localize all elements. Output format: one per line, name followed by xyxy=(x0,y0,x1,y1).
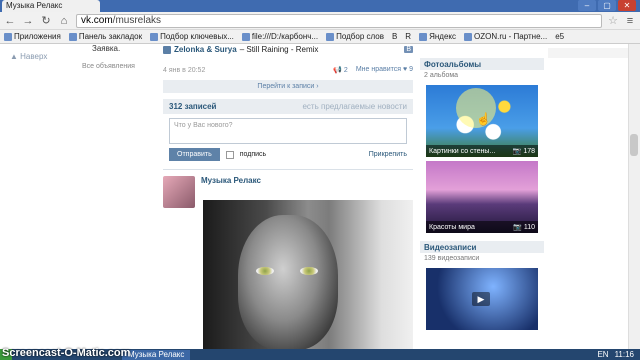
albums-title[interactable]: Фотоальбомы xyxy=(420,58,544,70)
window-controls: – ▢ ✕ xyxy=(578,0,636,12)
back-icon[interactable]: ← xyxy=(4,15,16,27)
play-icon[interactable]: ▶ xyxy=(472,292,490,306)
left-eye-art xyxy=(256,267,274,275)
taskbar-window[interactable]: Музыка Релакс xyxy=(122,349,191,360)
url-host: vk.com xyxy=(81,15,113,26)
bookmark-b[interactable]: B xyxy=(392,32,397,41)
bookmark-e5[interactable]: e5 xyxy=(555,32,564,41)
file-icon xyxy=(241,32,250,41)
bookmark-ozon[interactable]: OZON.ru - Партне... xyxy=(463,32,547,41)
post-image[interactable] xyxy=(203,200,413,349)
post-date[interactable]: 4 янв в 20:52 xyxy=(163,67,205,74)
divider xyxy=(163,169,413,170)
avatar[interactable] xyxy=(163,176,195,208)
bookmarks-bar: Приложения Панель закладок Подбор ключев… xyxy=(0,30,640,44)
recorder-watermark: Screencast-O-Matic.com xyxy=(2,347,131,359)
post-meta: 4 янв в 20:52 📢 2 Мне нравится ♥ 9 xyxy=(163,66,413,74)
bookmark-keywords[interactable]: Подбор ключевых... xyxy=(150,32,234,41)
search-icon xyxy=(150,32,159,41)
track-artist[interactable]: Zelonka & Surya xyxy=(174,45,237,54)
face-art xyxy=(238,215,338,349)
like-button[interactable]: Мне нравится ♥ 9 xyxy=(356,66,413,74)
compose: Что у Вас нового? Отправить подпись Прик… xyxy=(163,118,413,161)
right-column: Фотоальбомы 2 альбома Картинки со стены.… xyxy=(420,44,544,330)
language-indicator[interactable]: EN xyxy=(597,350,608,359)
records-count: 312 записей xyxy=(169,102,217,111)
scrollbar-thumb[interactable] xyxy=(630,134,638,156)
video-thumbnail[interactable]: ▶ xyxy=(426,268,538,330)
forward-icon[interactable]: → xyxy=(22,15,34,27)
home-icon[interactable]: ⌂ xyxy=(58,15,70,27)
folder-icon xyxy=(68,32,77,41)
albums-count: 2 альбома xyxy=(424,72,459,79)
yandex-icon xyxy=(419,32,428,41)
signature-label: подпись xyxy=(239,151,267,158)
videos-title[interactable]: Видеозаписи xyxy=(420,241,544,253)
aside-column xyxy=(548,44,628,58)
bookmark-folder[interactable]: Панель закладок xyxy=(68,32,142,41)
menu-icon[interactable]: ≡ xyxy=(624,15,636,27)
system-tray: EN 11:16 xyxy=(597,350,640,359)
play-icon[interactable] xyxy=(163,45,171,54)
album-card[interactable]: Красоты мира 📷 110 xyxy=(426,161,538,233)
compose-input[interactable]: Что у Вас нового? xyxy=(169,118,407,144)
aside-block xyxy=(548,48,628,58)
ozon-icon xyxy=(463,32,472,41)
minimize-button[interactable]: – xyxy=(578,0,596,11)
wall: Zelonka & Surya – Still Raining - Remix … xyxy=(163,44,413,208)
album-caption: Картинки со стены... 📷 178 xyxy=(426,145,538,157)
maximize-button[interactable]: ▢ xyxy=(598,0,616,11)
address-bar[interactable]: vk.com/musrelaks xyxy=(76,13,603,28)
signature-checkbox[interactable] xyxy=(225,150,234,159)
bookmark-yandex[interactable]: Яндекс xyxy=(419,32,456,41)
all-ads-link[interactable]: Все объявления xyxy=(72,63,152,70)
scrollbar[interactable] xyxy=(628,44,640,349)
attach-link[interactable]: Прикрепить xyxy=(369,151,407,158)
browser-toolbar: ← → ↻ ⌂ vk.com/musrelaks ☆ ≡ xyxy=(0,12,640,30)
photo-count: 📷 110 xyxy=(513,224,535,231)
right-eye-art xyxy=(300,267,318,275)
bookmark-apps[interactable]: Приложения xyxy=(4,32,61,41)
bookmark-r[interactable]: R xyxy=(405,32,411,41)
post-actions: 📢 2 Мне нравится ♥ 9 xyxy=(333,66,413,74)
repost-button[interactable]: 📢 2 xyxy=(333,66,348,74)
wall-header: 312 записей есть предлагаемые новости xyxy=(163,99,413,114)
send-button[interactable]: Отправить xyxy=(169,148,220,161)
bookmark-words[interactable]: Подбор слов xyxy=(326,32,384,41)
vk-page: ▲ Наверх Заявка. Все объявления Zelonka … xyxy=(0,44,628,349)
tab-strip: Музыка Релакс – ▢ ✕ xyxy=(0,0,640,12)
track-title: – Still Raining - Remix xyxy=(239,45,319,54)
scroll-top-link[interactable]: ▲ Наверх xyxy=(10,52,47,61)
left-column: Заявка. Все объявления xyxy=(72,44,152,70)
compose-actions: Отправить подпись Прикрепить xyxy=(169,148,407,161)
track-badge[interactable]: B xyxy=(404,46,413,53)
apps-icon xyxy=(4,32,12,41)
chart-icon xyxy=(326,32,335,41)
videos-count: 139 видеозаписи xyxy=(424,255,480,262)
ad-text: Заявка. xyxy=(92,44,121,53)
audio-track[interactable]: Zelonka & Surya – Still Raining - Remix … xyxy=(163,45,413,54)
clock: 11:16 xyxy=(614,350,634,359)
reload-icon[interactable]: ↻ xyxy=(40,14,52,27)
bookmark-star-icon[interactable]: ☆ xyxy=(608,14,618,27)
photo-count: 📷 178 xyxy=(512,148,535,155)
album-caption: Красоты мира 📷 110 xyxy=(426,221,538,233)
browser-tab[interactable]: Музыка Релакс xyxy=(2,0,100,12)
url-path: /musrelaks xyxy=(112,15,162,26)
hand-cursor-icon: ☝ xyxy=(476,112,491,126)
suggested-news-link[interactable]: есть предлагаемые новости xyxy=(302,102,407,111)
bookmark-file[interactable]: file:///D:/карбонч... xyxy=(241,32,318,41)
close-button[interactable]: ✕ xyxy=(618,0,636,11)
goto-post-link[interactable]: Перейти к записи › xyxy=(163,80,413,93)
